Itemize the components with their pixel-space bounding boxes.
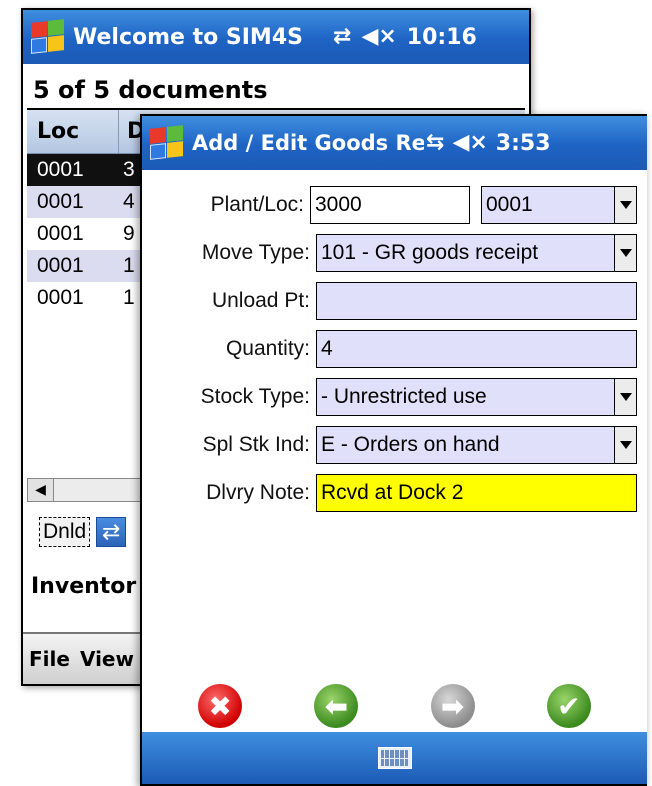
- spl-stk-ind-row: Spl Stk Ind:: [142, 426, 310, 464]
- front-menu-bar: [142, 732, 647, 784]
- list-cell-d: 1: [123, 254, 135, 277]
- back-arrow-button[interactable]: ⬅: [314, 684, 359, 728]
- chevron-down-icon[interactable]: [614, 427, 636, 463]
- plant-loc-row: Plant/Loc:: [142, 186, 304, 224]
- keyboard-icon[interactable]: [377, 747, 412, 769]
- quantity-label: Quantity:: [225, 337, 310, 360]
- list-cell-d: 1: [123, 286, 135, 309]
- chevron-down-icon[interactable]: [614, 379, 636, 415]
- cancel-button[interactable]: ✖: [198, 684, 243, 728]
- menu-file[interactable]: File: [29, 647, 70, 671]
- download-button[interactable]: Dnld: [39, 517, 91, 547]
- scroll-left-icon[interactable]: ◀: [28, 479, 54, 501]
- document-count: 5 of 5 documents: [27, 72, 525, 110]
- unload-pt-label: Unload Pt:: [211, 289, 310, 312]
- list-cell-loc: 0001: [37, 158, 84, 181]
- column-header-loc[interactable]: Loc: [27, 110, 119, 153]
- spl-stk-ind-label: Spl Stk Ind:: [202, 433, 310, 456]
- stock-type-dropdown[interactable]: - Unrestricted use: [316, 378, 637, 416]
- forward-arrow-button[interactable]: ➡: [430, 684, 475, 728]
- connectivity-icon[interactable]: ⇆: [426, 132, 444, 154]
- move-type-row: Move Type:: [142, 234, 310, 272]
- volume-muted-icon[interactable]: ◀×: [452, 132, 487, 154]
- list-cell-d: 9: [123, 222, 135, 245]
- unload-pt-input[interactable]: [316, 282, 637, 320]
- ok-button[interactable]: ✔: [546, 684, 591, 728]
- windows-logo-icon[interactable]: [29, 19, 67, 54]
- stock-type-label: Stock Type:: [200, 385, 310, 408]
- list-cell-d: 4: [123, 190, 135, 213]
- goods-receipt-window: Add / Edit Goods Re ⇆ ◀× 3:53 Plant/Loc:…: [140, 114, 647, 786]
- windows-logo-icon[interactable]: [148, 125, 186, 160]
- stock-type-value: - Unrestricted use: [321, 385, 487, 408]
- dlvry-note-input[interactable]: Rcvd at Dock 2: [316, 474, 637, 512]
- quantity-row: Quantity:: [142, 330, 310, 368]
- move-type-dropdown[interactable]: 101 - GR goods receipt: [316, 234, 637, 272]
- front-clock[interactable]: 3:53: [496, 131, 551, 156]
- move-type-label: Move Type:: [201, 241, 310, 264]
- spl-stk-ind-value: E - Orders on hand: [321, 433, 500, 456]
- plant-loc-label: Plant/Loc:: [210, 193, 304, 216]
- list-cell-loc: 0001: [37, 190, 84, 213]
- menu-view[interactable]: View: [80, 647, 134, 671]
- list-cell-loc: 0001: [37, 254, 84, 277]
- stock-type-row: Stock Type:: [142, 378, 310, 416]
- chevron-down-icon[interactable]: [614, 235, 636, 271]
- chevron-down-icon[interactable]: [614, 187, 636, 223]
- dlvry-note-label: Dlvry Note:: [206, 481, 310, 504]
- list-cell-d: 3: [123, 158, 135, 181]
- spl-stk-ind-dropdown[interactable]: E - Orders on hand: [316, 426, 637, 464]
- list-cell-loc: 0001: [37, 286, 84, 309]
- front-title-bar: Add / Edit Goods Re ⇆ ◀× 3:53: [142, 116, 647, 170]
- location-dropdown[interactable]: 0001: [481, 186, 637, 224]
- unload-pt-row: Unload Pt:: [142, 282, 310, 320]
- location-value: 0001: [486, 193, 533, 216]
- quantity-input[interactable]: 4: [316, 330, 637, 368]
- connectivity-icon[interactable]: ⇄: [333, 26, 351, 48]
- front-window-title: Add / Edit Goods Re: [192, 131, 424, 155]
- dlvry-note-row: Dlvry Note:: [142, 474, 310, 512]
- back-title-bar: Welcome to SIM4S ⇄ ◀× 10:16: [23, 10, 529, 64]
- list-cell-loc: 0001: [37, 222, 84, 245]
- move-type-value: 101 - GR goods receipt: [321, 241, 539, 264]
- action-bar: ✖ ⬅ ➡ ✔: [142, 681, 647, 731]
- back-clock[interactable]: 10:16: [407, 25, 477, 50]
- plant-input[interactable]: 3000: [310, 186, 470, 224]
- back-window-title: Welcome to SIM4S: [73, 24, 303, 50]
- sync-icon[interactable]: ⇄: [96, 517, 127, 547]
- volume-muted-icon[interactable]: ◀×: [361, 26, 396, 48]
